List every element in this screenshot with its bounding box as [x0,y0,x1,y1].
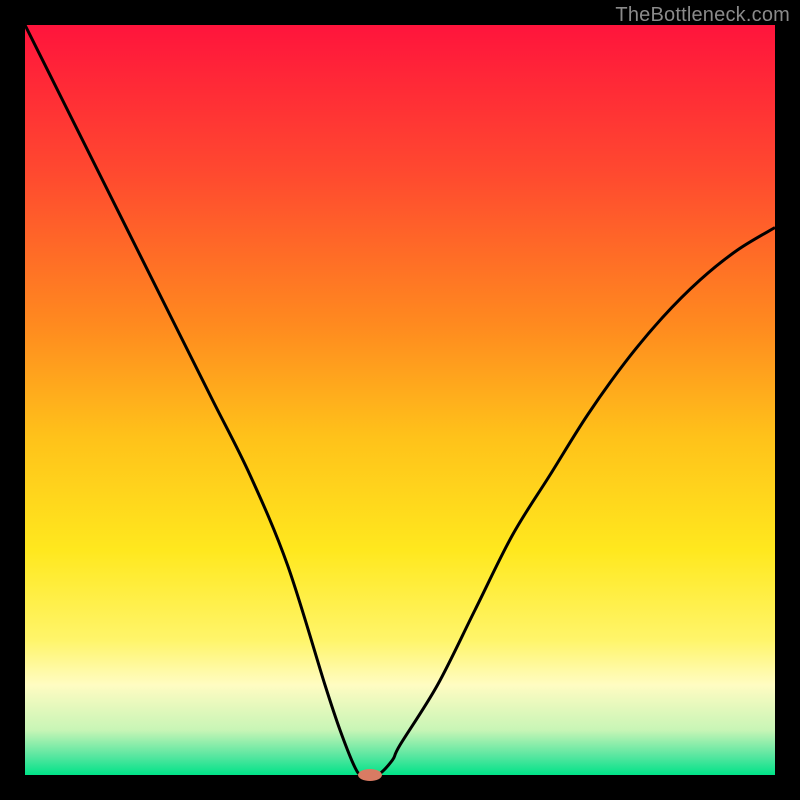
minimum-marker [358,769,382,781]
plot-background [25,25,775,775]
watermark-label: TheBottleneck.com [615,4,790,27]
chart-stage: TheBottleneck.com [0,0,800,800]
chart-svg [0,0,800,800]
